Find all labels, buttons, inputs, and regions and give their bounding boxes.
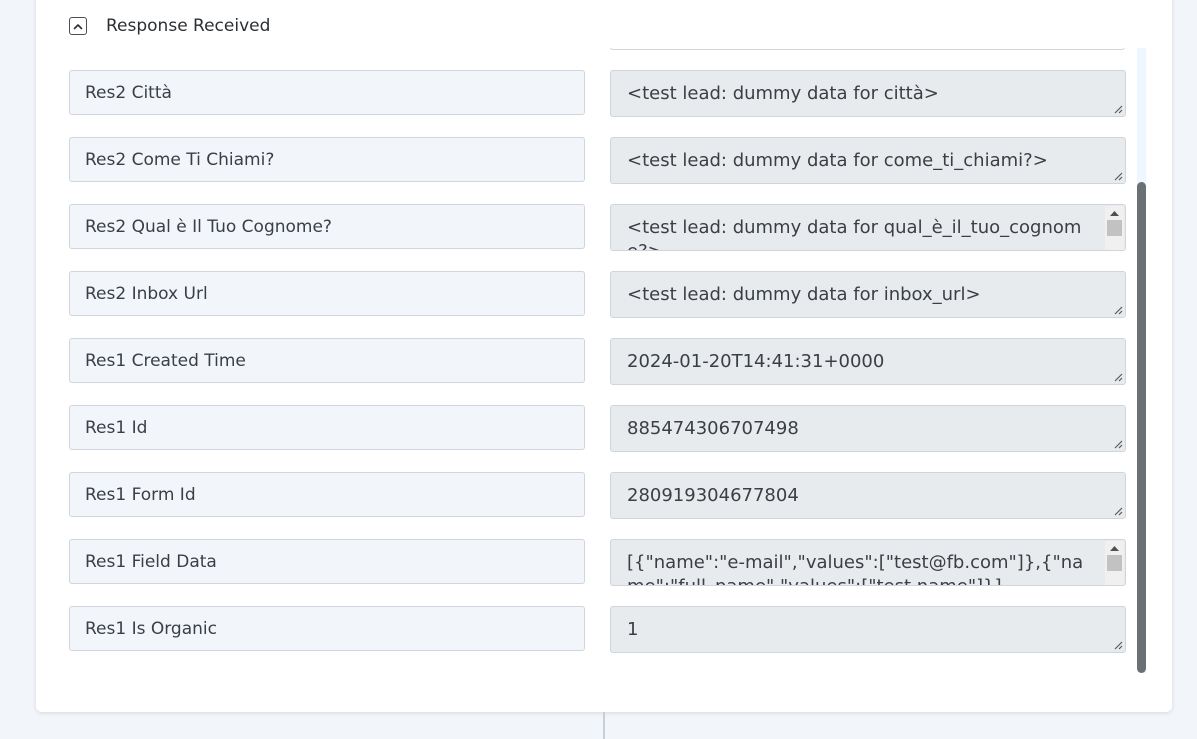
field-label[interactable]: Res2 Qual è Il Tuo Cognome? xyxy=(69,204,585,249)
resize-grip-icon[interactable] xyxy=(1113,104,1123,114)
scroll-up-arrow-icon[interactable] xyxy=(1105,543,1124,553)
field-label[interactable]: Res1 Is Organic xyxy=(69,606,585,651)
previous-field-value-box[interactable] xyxy=(610,48,1125,50)
chevron-up-icon xyxy=(73,23,83,29)
section-title: Response Received xyxy=(106,16,271,36)
field-value[interactable]: <test lead: dummy data for città> xyxy=(610,70,1126,117)
field-label[interactable]: Res1 Field Data xyxy=(69,539,585,584)
field-row: Res1 Is Organic 1 xyxy=(69,606,1126,653)
field-label[interactable]: Res2 Città xyxy=(69,70,585,115)
collapse-button[interactable] xyxy=(69,17,87,35)
resize-grip-icon[interactable] xyxy=(1113,439,1123,449)
field-row: Res2 Qual è Il Tuo Cognome? <test lead: … xyxy=(69,204,1126,251)
field-value-text: 280919304677804 xyxy=(627,485,799,506)
field-value[interactable]: 1 xyxy=(610,606,1126,653)
field-value[interactable]: <test lead: dummy data for come_ti_chiam… xyxy=(610,137,1126,184)
field-row: Res2 Città <test lead: dummy data for ci… xyxy=(69,70,1126,117)
flow-connector-line xyxy=(603,712,605,739)
field-value[interactable]: 280919304677804 xyxy=(610,472,1126,519)
field-value-text: <test lead: dummy data for come_ti_chiam… xyxy=(627,150,1048,171)
field-value-text: <test lead: dummy data for città> xyxy=(627,83,939,104)
resize-grip-icon[interactable] xyxy=(1113,640,1123,650)
resize-grip-icon[interactable] xyxy=(1113,171,1123,181)
field-value[interactable]: 885474306707498 xyxy=(610,405,1126,452)
field-value[interactable]: <test lead: dummy data for qual_è_il_tuo… xyxy=(610,204,1126,251)
textarea-scroll-thumb[interactable] xyxy=(1107,220,1122,236)
field-value-text: 885474306707498 xyxy=(627,418,799,439)
section-header: Response Received xyxy=(69,14,270,38)
field-label[interactable]: Res2 Come Ti Chiami? xyxy=(69,137,585,182)
resize-grip-icon[interactable] xyxy=(1113,506,1123,516)
field-label[interactable]: Res1 Id xyxy=(69,405,585,450)
scrollbar-thumb[interactable] xyxy=(1137,182,1146,673)
field-row: Res1 Form Id 280919304677804 xyxy=(69,472,1126,519)
field-row: Res1 Id 885474306707498 xyxy=(69,405,1126,452)
field-value-text: 1 xyxy=(627,619,639,640)
field-label[interactable]: Res1 Form Id xyxy=(69,472,585,517)
resize-grip-icon[interactable] xyxy=(1113,372,1123,382)
field-row: Res1 Created Time 2024-01-20T14:41:31+00… xyxy=(69,338,1126,385)
field-value-text: 2024-01-20T14:41:31+0000 xyxy=(627,351,885,372)
fields-list[interactable]: Res2 Città <test lead: dummy data for ci… xyxy=(40,48,1150,678)
textarea-scrollbar[interactable] xyxy=(1105,206,1124,250)
field-row: Res2 Come Ti Chiami? <test lead: dummy d… xyxy=(69,137,1126,184)
resize-grip-icon[interactable] xyxy=(1113,305,1123,315)
field-value[interactable]: <test lead: dummy data for inbox_url> xyxy=(610,271,1126,318)
field-value[interactable]: [{"name":"e-mail","values":["test@fb.com… xyxy=(610,539,1126,586)
textarea-scrollbar[interactable] xyxy=(1105,541,1124,585)
scroll-up-arrow-icon[interactable] xyxy=(1105,208,1124,218)
field-value[interactable]: 2024-01-20T14:41:31+0000 xyxy=(610,338,1126,385)
textarea-scroll-thumb[interactable] xyxy=(1107,555,1122,571)
field-value-text: [{"name":"e-mail","values":["test@fb.com… xyxy=(627,552,1084,585)
field-label[interactable]: Res1 Created Time xyxy=(69,338,585,383)
field-value-text: <test lead: dummy data for inbox_url> xyxy=(627,284,981,305)
field-row: Res1 Field Data [{"name":"e-mail","value… xyxy=(69,539,1126,586)
field-row: Res2 Inbox Url <test lead: dummy data fo… xyxy=(69,271,1126,318)
field-label[interactable]: Res2 Inbox Url xyxy=(69,271,585,316)
field-value-text: <test lead: dummy data for qual_è_il_tuo… xyxy=(627,217,1082,250)
